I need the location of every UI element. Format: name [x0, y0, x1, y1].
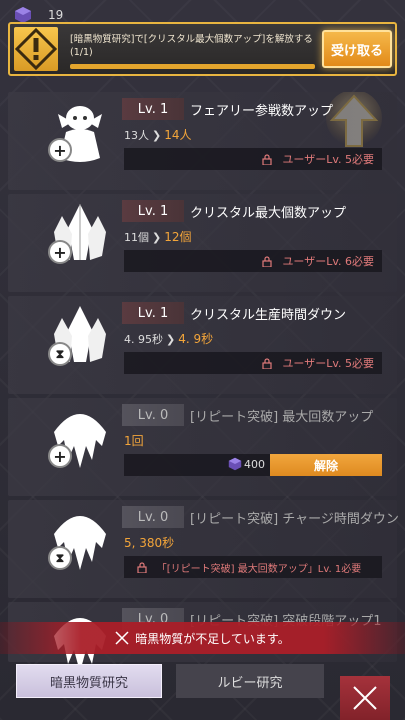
unlock-button[interactable]: 解除 [270, 454, 382, 476]
tab-dark-matter-research[interactable]: 暗黒物質研究 [16, 664, 162, 698]
crystal-count: 19 [48, 8, 64, 22]
item-title: クリスタル生産時間ダウン [190, 308, 347, 323]
stat-current: 11個 [124, 231, 149, 244]
close-button[interactable] [340, 676, 390, 720]
requirement-text: ユーザーLv. 5必要 [282, 357, 374, 370]
item-title: [リピート突破] 最大回数アップ [190, 410, 374, 425]
error-toast: 暗黒物質が不足しています。 [0, 622, 405, 654]
level-tag: Lv. 0 [122, 404, 184, 426]
chevron-right-icon: ❯ [166, 333, 176, 346]
item-title: [リピート突破] チャージ時間ダウン [190, 512, 399, 527]
unlock-row: 400 解除 [124, 454, 382, 476]
mission-banner: [暗黒物質研究]で[クリスタル最大個数アップ]を解放する (1/1) 受け取る [8, 22, 397, 76]
requirement-text: ユーザーLv. 6必要 [282, 255, 374, 268]
close-icon [115, 631, 129, 645]
requirement-bar: ユーザーLv. 6必要 [124, 250, 382, 272]
level-tag: Lv. 0 [122, 506, 184, 528]
item-title: クリスタル最大個数アップ [190, 206, 347, 221]
level-tag: Lv. 1 [122, 98, 184, 120]
lock-icon [262, 357, 273, 369]
item-stat: 4. 95秒 ❯ 4. 9秒 [124, 330, 213, 347]
cost-value: 400 [244, 457, 265, 471]
chevron-right-icon: ❯ [152, 129, 162, 142]
research-item-fairy[interactable]: + Lv. 1 フェアリー参戦数アップ 13人 ❯ 14人 ユーザーLv. 5必要 [8, 92, 397, 190]
research-item-crystal-max[interactable]: + Lv. 1 クリスタル最大個数アップ 11個 ❯ 12個 ユーザーLv. 6必要 [8, 194, 397, 292]
stat-next: 14人 [164, 128, 192, 142]
hourglass-icon: ⧗ [48, 546, 72, 570]
item-stat: 11個 ❯ 12個 [124, 228, 192, 245]
tab-ruby-research[interactable]: ルビー研究 [176, 664, 324, 698]
dark-matter-icon [228, 457, 242, 471]
stat-current: 13人 [124, 129, 149, 142]
hourglass-icon: ⧗ [48, 342, 72, 366]
stat-current: 4. 95秒 [124, 333, 163, 346]
requirement-bar: 「[リピート突破] 最大回数アップ」Lv. 1必要 [124, 556, 382, 578]
close-icon [353, 686, 377, 710]
mission-text: [暗黒物質研究]で[クリスタル最大個数アップ]を解放する (1/1) [70, 34, 313, 58]
requirement-bar: ユーザーLv. 5必要 [124, 352, 382, 374]
stat-next: 4. 9秒 [178, 332, 214, 346]
lock-icon [137, 561, 147, 573]
claim-button[interactable]: 受け取る [322, 30, 392, 68]
item-stat: 13人 ❯ 14人 [124, 126, 192, 143]
lock-icon [262, 255, 273, 267]
lock-icon [262, 153, 273, 165]
plus-icon: + [48, 138, 72, 162]
research-item-repeat-max[interactable]: + Lv. 0 [リピート突破] 最大回数アップ 1回 400 解除 [8, 398, 397, 496]
mission-progress-bar [70, 64, 315, 69]
chevron-right-icon: ❯ [152, 231, 162, 244]
research-item-crystal-time[interactable]: ⧗ Lv. 1 クリスタル生産時間ダウン 4. 95秒 ❯ 4. 9秒 ユーザーLv… [8, 296, 397, 394]
item-stat: 5, 380秒 [124, 536, 175, 550]
item-title: フェアリー参戦数アップ [190, 104, 334, 119]
requirement-text: 「[リピート突破] 最大回数アップ」Lv. 1必要 [156, 563, 362, 575]
item-stat: 1回 [124, 434, 144, 448]
toast-text: 暗黒物質が不足しています。 [135, 631, 290, 646]
level-tag: Lv. 1 [122, 302, 184, 324]
requirement-text: ユーザーLv. 5必要 [282, 153, 374, 166]
research-item-repeat-charge[interactable]: ⧗ Lv. 0 [リピート突破] チャージ時間ダウン 5, 380秒 「[リピー… [8, 500, 399, 598]
stat-next: 12個 [164, 230, 192, 244]
plus-icon: + [48, 444, 72, 468]
requirement-bar: ユーザーLv. 5必要 [124, 148, 382, 170]
plus-icon: + [48, 240, 72, 264]
level-tag: Lv. 1 [122, 200, 184, 222]
alert-icon [14, 27, 58, 71]
cost: 400 [228, 457, 265, 471]
